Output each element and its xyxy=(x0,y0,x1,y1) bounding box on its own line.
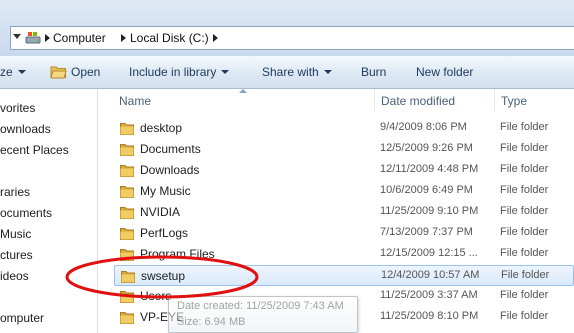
nav-item-documents[interactable]: ocuments xyxy=(0,206,52,220)
file-name: My Music xyxy=(140,184,191,198)
file-date-modified: 11/25/2009 3:37 AM xyxy=(380,289,478,301)
file-date-modified: 12/15/2009 12:15 ... xyxy=(380,247,478,259)
file-date-modified: 11/25/2009 8:10 PM xyxy=(380,310,479,322)
file-type: File folder xyxy=(500,205,549,217)
file-date-modified: 10/6/2009 6:49 PM xyxy=(380,184,473,196)
file-row[interactable]: desktop 9/4/2009 8:06 PM File folder xyxy=(114,118,574,139)
file-row[interactable]: Downloads 12/11/2009 4:48 PM File folder xyxy=(114,160,574,181)
breadcrumb-local-disk[interactable]: Local Disk (C:) xyxy=(130,31,209,45)
nav-item-favorites[interactable]: vorites xyxy=(0,101,35,115)
file-type: File folder xyxy=(500,121,549,133)
chevron-down-icon xyxy=(221,70,230,74)
nav-item-computer[interactable]: omputer xyxy=(0,311,44,325)
folder-icon xyxy=(120,249,134,261)
file-name: desktop xyxy=(140,121,183,135)
file-type: File folder xyxy=(500,142,549,154)
include-in-library-label: Include in library xyxy=(129,65,217,79)
breadcrumb-separator-icon[interactable] xyxy=(45,34,50,42)
folder-icon xyxy=(120,228,134,240)
file-date-modified: 7/13/2009 7:37 PM xyxy=(380,226,473,238)
burn-button[interactable]: Burn xyxy=(361,65,386,79)
file-name: Program Files xyxy=(140,247,215,261)
share-with-button[interactable]: Share with xyxy=(262,65,332,79)
folder-icon xyxy=(120,291,134,303)
file-name: PerfLogs xyxy=(140,226,189,240)
folder-icon xyxy=(120,312,134,324)
file-name: NVIDIA xyxy=(140,205,181,219)
file-row[interactable]: Program Files 12/15/2009 12:15 ... File fo… xyxy=(114,244,574,265)
share-with-label: Share with xyxy=(262,65,319,79)
folder-icon xyxy=(120,123,134,135)
file-type: File folder xyxy=(500,247,549,259)
open-button[interactable]: Open xyxy=(71,65,100,79)
file-date-modified: 12/4/2009 10:57 AM xyxy=(381,269,480,281)
file-name: Users xyxy=(140,289,172,303)
breadcrumb-computer[interactable]: Computer xyxy=(53,31,106,45)
file-date-modified: 11/25/2009 9:10 PM xyxy=(380,205,479,217)
file-date-modified: 9/4/2009 8:06 PM xyxy=(380,121,467,133)
column-header-name[interactable]: Name xyxy=(113,89,375,111)
file-type: File folder xyxy=(500,289,549,301)
nav-item-libraries[interactable]: raries xyxy=(0,185,30,199)
chevron-down-icon xyxy=(323,70,332,74)
open-folder-icon xyxy=(50,66,67,79)
file-row[interactable]: PerfLogs 7/13/2009 7:37 PM File folder xyxy=(114,223,574,244)
tooltip-size: Size: 6.94 MB xyxy=(177,316,246,328)
file-tooltip: Date created: 11/25/2009 7:43 AM Size: 6… xyxy=(168,296,358,333)
folder-icon xyxy=(120,207,134,219)
file-row[interactable]: swsetup 12/4/2009 10:57 AM File folder xyxy=(114,265,574,286)
navigation-pane: vorites ownloads ecent Places raries ocu… xyxy=(0,89,98,333)
folder-icon xyxy=(120,186,134,198)
file-type: File folder xyxy=(500,163,549,175)
file-type: File folder xyxy=(500,310,549,322)
column-header-date-modified[interactable]: Date modified xyxy=(375,89,495,111)
nav-item-music[interactable]: Music xyxy=(0,227,31,241)
address-bar[interactable]: Computer Local Disk (C:) xyxy=(10,26,574,50)
nav-item-pictures[interactable]: ctures xyxy=(0,248,33,262)
column-header-type[interactable]: Type xyxy=(495,89,574,111)
column-header-date-label: Date modified xyxy=(381,94,456,108)
address-bar-area: Computer Local Disk (C:) xyxy=(0,0,574,56)
file-name: swsetup xyxy=(141,269,186,283)
tooltip-date-created: Date created: 11/25/2009 7:43 AM xyxy=(177,300,344,312)
command-bar: ze Open Include in library Share with Bu… xyxy=(0,56,574,89)
file-type: File folder xyxy=(500,184,549,196)
nav-item-videos[interactable]: ideos xyxy=(0,269,29,283)
folder-icon xyxy=(121,271,135,283)
file-name: Documents xyxy=(140,142,201,156)
file-row[interactable]: My Music 10/6/2009 6:49 PM File folder xyxy=(114,181,574,202)
organize-label: ze xyxy=(0,65,13,79)
column-header-name-label: Name xyxy=(119,94,152,108)
breadcrumb-separator-icon[interactable] xyxy=(213,34,218,42)
nav-item-downloads[interactable]: ownloads xyxy=(0,122,51,136)
file-date-modified: 12/5/2009 9:26 PM xyxy=(380,142,473,154)
new-folder-button[interactable]: New folder xyxy=(416,65,473,79)
breadcrumb-separator-icon[interactable] xyxy=(121,34,126,42)
chevron-down-icon[interactable] xyxy=(13,34,21,39)
folder-icon xyxy=(120,165,134,177)
chevron-down-icon xyxy=(17,70,26,74)
folder-icon xyxy=(120,144,134,156)
nav-item-recent-places[interactable]: ecent Places xyxy=(0,143,69,157)
file-type: File folder xyxy=(501,269,550,281)
file-date-modified: 12/11/2009 4:48 PM xyxy=(380,163,479,175)
drive-icon xyxy=(25,32,41,44)
file-name: Downloads xyxy=(140,163,200,177)
file-row[interactable]: NVIDIA 11/25/2009 9:10 PM File folder xyxy=(114,202,574,223)
file-row[interactable]: Documents 12/5/2009 9:26 PM File folder xyxy=(114,139,574,160)
include-in-library-button[interactable]: Include in library xyxy=(129,65,230,79)
column-header-type-label: Type xyxy=(501,94,528,108)
organize-button[interactable]: ze xyxy=(0,65,26,79)
file-type: File folder xyxy=(500,226,549,238)
